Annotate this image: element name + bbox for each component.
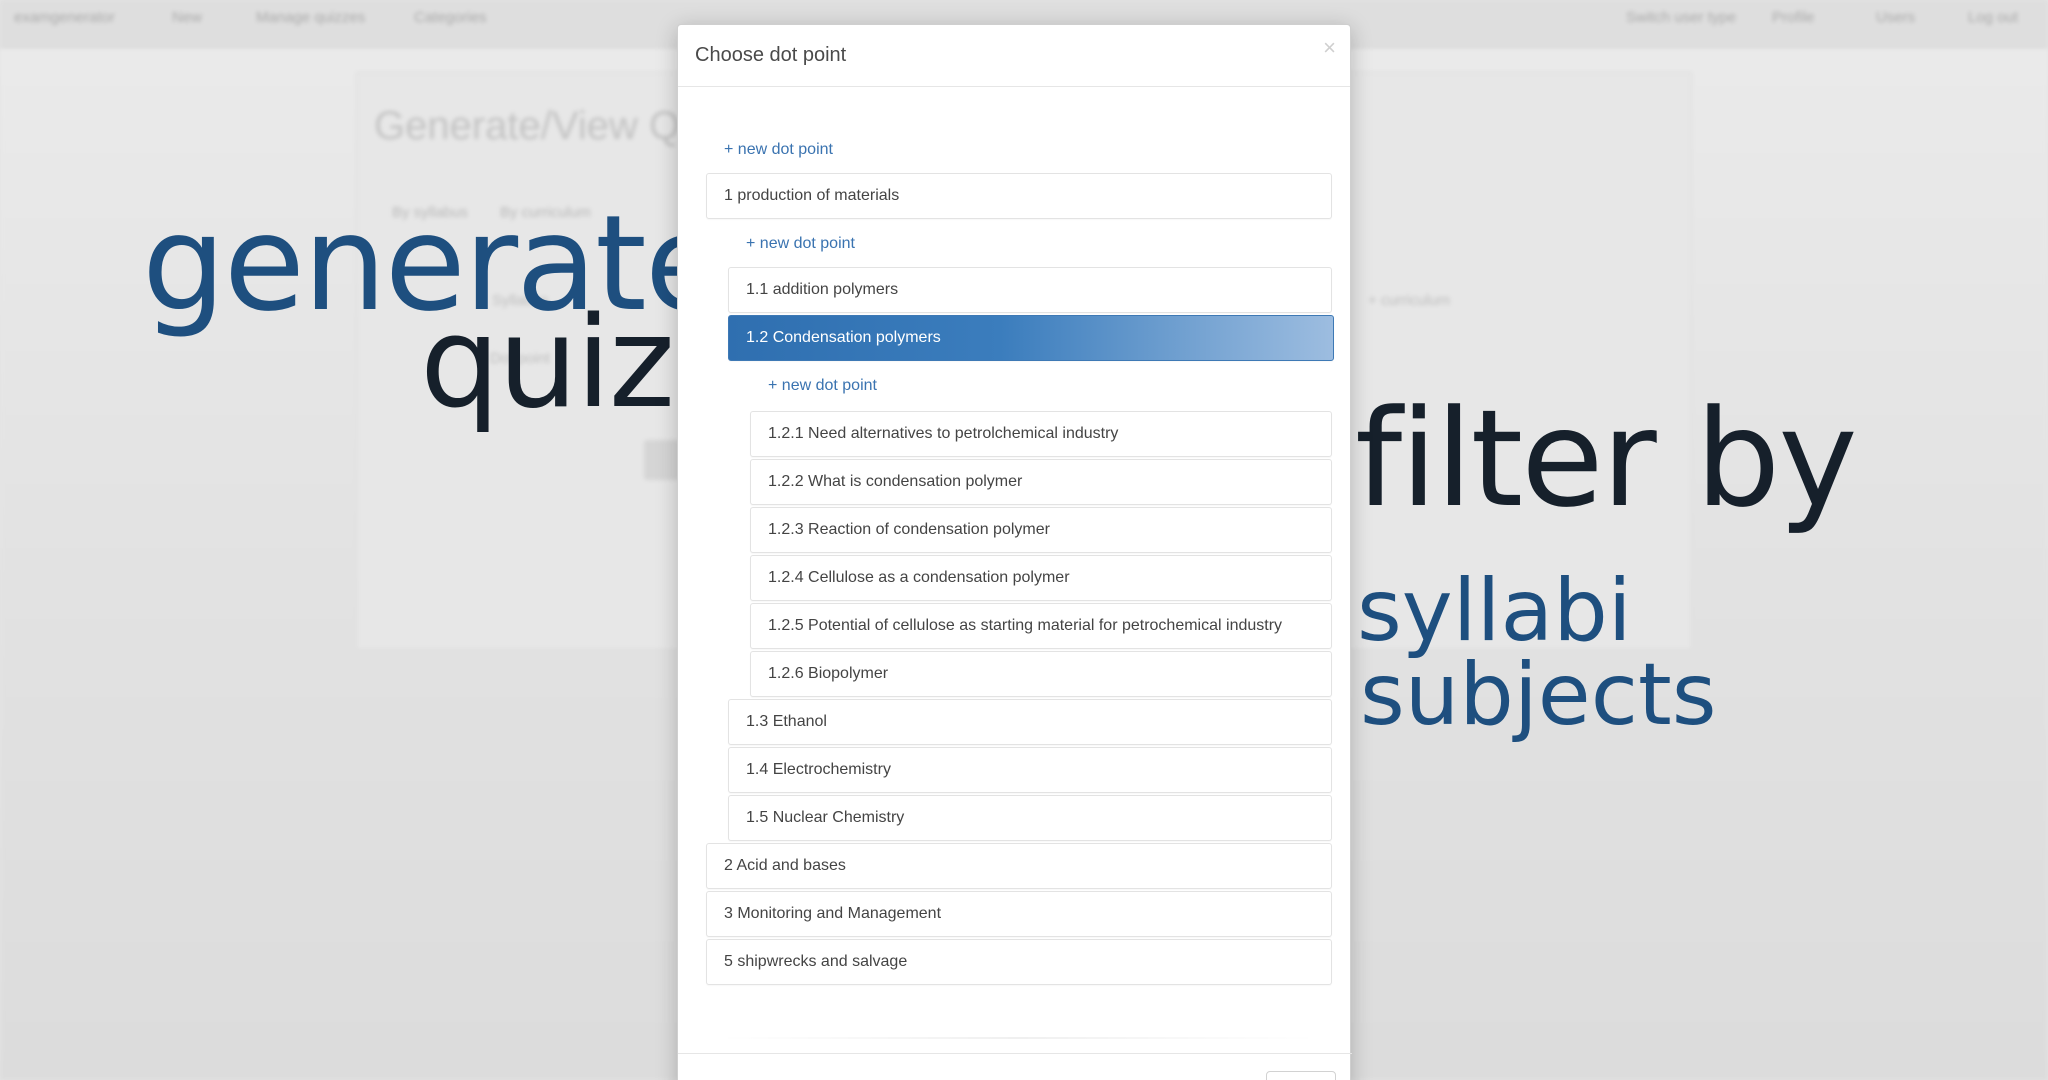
tree-item-1-2-selected[interactable]: 1.2 Condensation polymers [728, 315, 1334, 361]
tree-item-1[interactable]: 1 production of materials [706, 173, 1332, 219]
nav-item-profile[interactable]: Profile [1772, 9, 1815, 26]
promo-quiz-text: quiz [420, 289, 675, 436]
tree-item-1-2-1[interactable]: 1.2.1 Need alternatives to petrolchemica… [750, 411, 1332, 457]
promo-subjects-text: subjects [1360, 645, 1717, 745]
new-dot-point-link-root[interactable]: + new dot point [724, 141, 833, 159]
tree-item-1-2-3[interactable]: 1.2.3 Reaction of condensation polymer [750, 507, 1332, 553]
tree-item-3[interactable]: 3 Monitoring and Management [706, 891, 1332, 937]
new-dot-point-link-1-2[interactable]: + new dot point [768, 377, 877, 395]
tree-item-1-3[interactable]: 1.3 Ethanol [728, 699, 1332, 745]
nav-item-categories[interactable]: Categories [414, 9, 487, 26]
close-icon[interactable]: × [1323, 37, 1336, 59]
modal-footer-divider [678, 1053, 1352, 1054]
promo-filter-by-text: filter by [1355, 381, 1858, 537]
tree-item-1-1[interactable]: 1.1 addition polymers [728, 267, 1332, 313]
choose-dot-point-modal: Choose dot point × + new dot point 1 pro… [677, 24, 1352, 1080]
nav-item-logout[interactable]: Log out [1968, 9, 2018, 26]
tree-item-1-2-4[interactable]: 1.2.4 Cellulose as a condensation polyme… [750, 555, 1332, 601]
modal-footer-button[interactable] [1266, 1071, 1336, 1080]
tree-item-2[interactable]: 2 Acid and bases [706, 843, 1332, 889]
modal-header: Choose dot point × [678, 25, 1350, 87]
nav-item-new[interactable]: New [172, 9, 202, 26]
brand-logo[interactable]: examgenerator [14, 9, 115, 26]
nav-item-users[interactable]: Users [1876, 9, 1915, 26]
tree-item-1-2-5[interactable]: 1.2.5 Potential of cellulose as starting… [750, 603, 1332, 649]
background-add-curriculum[interactable]: + curriculum [1368, 292, 1450, 309]
promo-syllabi-text: syllabi [1357, 561, 1632, 661]
background-page-title: Generate/View Q [374, 104, 681, 148]
tree-item-1-4[interactable]: 1.4 Electrochemistry [728, 747, 1332, 793]
tree-item-1-2-2[interactable]: 1.2.2 What is condensation polymer [750, 459, 1332, 505]
tree-item-1-5[interactable]: 1.5 Nuclear Chemistry [728, 795, 1332, 841]
divider [718, 1037, 1318, 1039]
new-dot-point-link-1[interactable]: + new dot point [746, 235, 855, 253]
modal-title: Choose dot point [695, 44, 847, 66]
nav-item-switch-user[interactable]: Switch user type [1626, 9, 1736, 26]
tree-item-5[interactable]: 5 shipwrecks and salvage [706, 939, 1332, 985]
nav-item-manage-quizzes[interactable]: Manage quizzes [256, 9, 365, 26]
tree-item-1-2-6[interactable]: 1.2.6 Biopolymer [750, 651, 1332, 697]
